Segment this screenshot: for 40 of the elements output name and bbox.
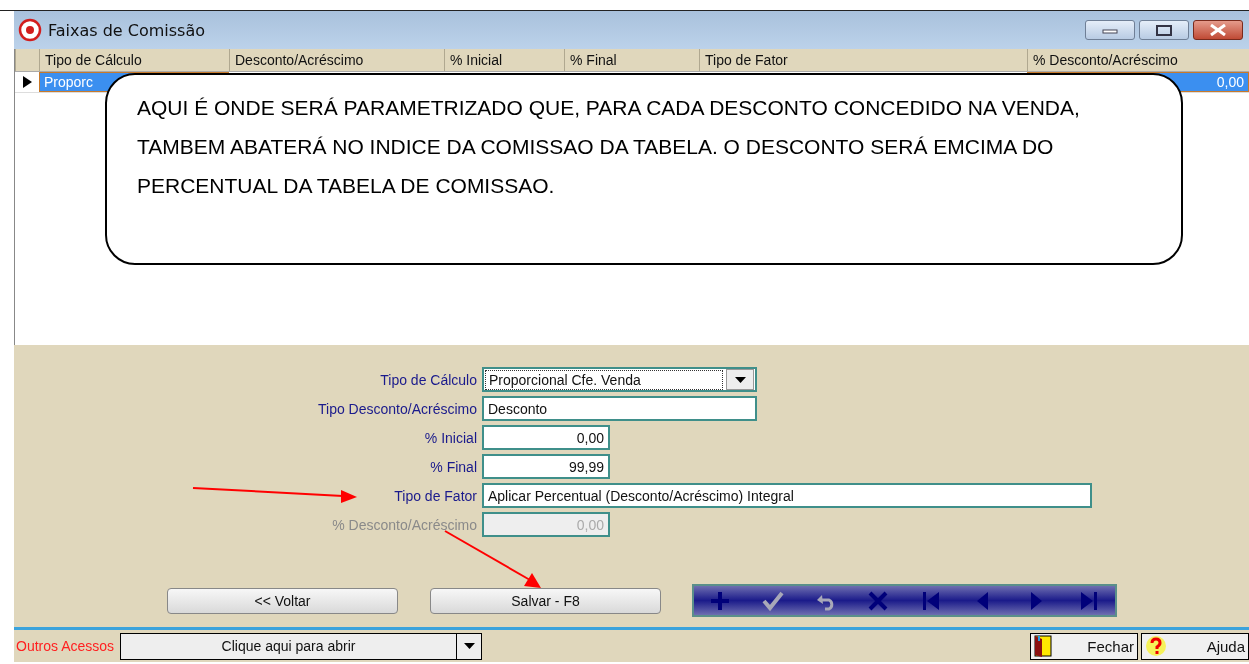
close-button[interactable] (1193, 20, 1243, 40)
dropdown-field[interactable]: Proporcional Cfe. Venda (482, 367, 757, 392)
field-label: % Inicial (424, 429, 477, 446)
row-pointer-icon (21, 75, 33, 89)
column-header[interactable]: Tipo de Fator (699, 49, 1027, 71)
close-button[interactable]: Fechar (1030, 632, 1138, 660)
field-label: % Desconto/Acréscimo (332, 516, 477, 533)
maximize-button[interactable] (1139, 20, 1189, 40)
column-header[interactable]: % Inicial (444, 49, 564, 71)
help-button[interactable]: Ajuda (1141, 632, 1249, 660)
dropdown-field[interactable]: Clique aqui para abrir (120, 632, 483, 660)
field-label: % Final (430, 458, 477, 475)
field-label: Tipo de Fator (394, 487, 477, 504)
cross-icon (867, 589, 890, 612)
column-header[interactable]: % Final (564, 49, 699, 71)
plus-button[interactable] (709, 589, 732, 612)
input-field[interactable]: Aplicar Percentual (Desconto/Acréscimo) Integral (482, 483, 1092, 508)
door-icon (1034, 634, 1052, 658)
callout-note: AQUI É ONDE SERÁ PARAMETRIZADO QUE, PARA CADA DESCONTO CONCEDIDO NA VENDA, TAMBEM ABATERÁ NO INDICE DA COMISSAO DA TABELA. O DESCONTO SERÁ EMCIMA DO PERCENTUAL DA TABELA DE COMISSAO. (105, 73, 1183, 265)
help-icon (1145, 635, 1167, 657)
cross-button[interactable] (867, 589, 890, 612)
close-icon (1209, 24, 1227, 36)
save-button[interactable]: Salvar - F8 (430, 587, 661, 614)
field-label: Tipo Desconto/Acréscimo (318, 400, 477, 417)
column-header[interactable]: % Desconto/Acréscimo (1027, 49, 1249, 71)
column-header[interactable]: Desconto/Acréscimo (229, 49, 444, 71)
input-field[interactable]: 0,00 (482, 425, 610, 450)
dropdown-arrow-icon[interactable] (463, 643, 475, 649)
column-header[interactable]: Tipo de Cálculo (39, 49, 229, 71)
checkmark-icon (761, 589, 784, 612)
dropdown-arrow-icon[interactable] (734, 376, 746, 383)
section-label: Outros Acessos (16, 638, 115, 654)
back-button[interactable]: << Voltar (167, 587, 398, 614)
field-label: Tipo de Cálculo (380, 371, 477, 388)
input-field[interactable]: Desconto (482, 396, 757, 421)
app-icon (18, 18, 42, 42)
plus-icon (709, 589, 732, 612)
input-field[interactable]: 99,99 (482, 454, 610, 479)
window-title: Faixas de Comissão (48, 20, 207, 40)
maximize-icon (1156, 24, 1172, 36)
